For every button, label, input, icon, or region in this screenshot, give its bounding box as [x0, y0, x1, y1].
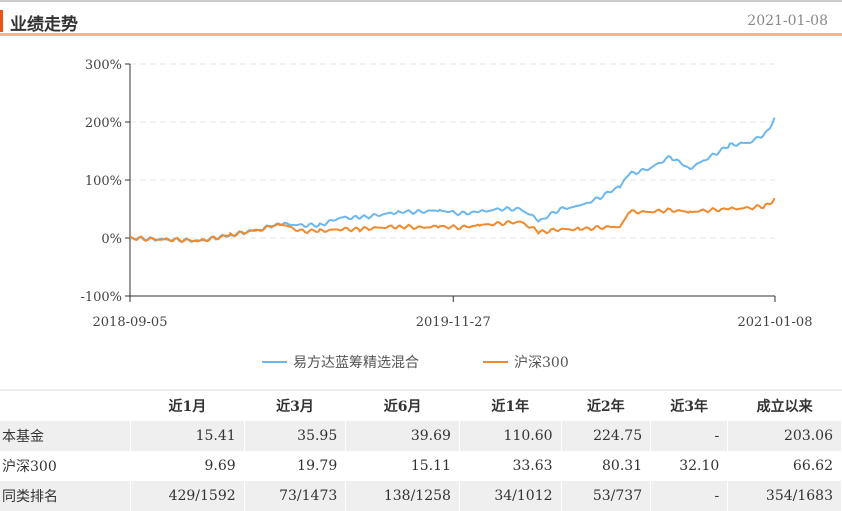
- cell: 354/1683: [727, 481, 842, 511]
- table-row: 沪深300 9.69 19.79 15.11 33.63 80.31 32.10…: [0, 451, 842, 481]
- cell: 429/1592: [130, 481, 245, 511]
- cell: 224.75: [561, 421, 652, 451]
- table-row: 同类排名 429/1592 73/1473 138/1258 34/1012 5…: [0, 481, 842, 511]
- row-label: 沪深300: [0, 451, 131, 481]
- y-tick-label: 200%: [85, 116, 122, 131]
- x-tick-label: 2021-01-08: [738, 315, 813, 330]
- row-label: 本基金: [0, 421, 131, 451]
- cell: 53/737: [561, 481, 652, 511]
- y-tick-label: 0%: [101, 232, 122, 247]
- x-tick-label: 2018-09-05: [93, 315, 168, 330]
- y-tick-label: -100%: [80, 290, 122, 305]
- accent-bar: [0, 10, 3, 32]
- series-line-hs300: [129, 197, 776, 244]
- col-header: [0, 389, 131, 421]
- cell: 19.79: [244, 451, 347, 481]
- performance-table: 近1月 近3月 近6月 近1年 近2年 近3年 成立以来 本基金 15.41 3…: [0, 389, 842, 511]
- col-header: 近3月: [244, 389, 347, 421]
- col-header: 近2年: [561, 389, 652, 421]
- cell: 33.63: [459, 451, 562, 481]
- col-header: 成立以来: [727, 389, 842, 421]
- cell: -: [650, 421, 729, 451]
- cell: 73/1473: [244, 481, 347, 511]
- table-header-row: 近1月 近3月 近6月 近1年 近2年 近3年 成立以来: [0, 389, 842, 421]
- cell: 80.31: [561, 451, 652, 481]
- table-row: 本基金 15.41 35.95 39.69 110.60 224.75 - 20…: [0, 421, 842, 451]
- y-tick-label: 100%: [85, 174, 122, 189]
- col-header: 近1年: [459, 389, 562, 421]
- y-tick-label: 300%: [85, 58, 122, 73]
- performance-chart: 300% 200% 100% 0% -100% 2018-09-05 2019-11-27 2…: [80, 58, 813, 371]
- section-header: 业绩走势 2021-01-08: [0, 0, 842, 36]
- x-tick-label: 2019-11-27: [416, 315, 491, 330]
- section-title: 业绩走势: [10, 15, 78, 35]
- cell: 32.10: [650, 451, 729, 481]
- row-label: 同类排名: [0, 481, 131, 511]
- cell: 203.06: [727, 421, 842, 451]
- legend-label: 沪深300: [514, 355, 569, 371]
- cell: 66.62: [727, 451, 842, 481]
- as-of-date: 2021-01-08: [747, 13, 828, 29]
- cell: -: [650, 481, 729, 511]
- legend-label: 易方达蓝筹精选混合: [293, 354, 419, 371]
- cell: 39.69: [345, 421, 460, 451]
- cell: 138/1258: [345, 481, 460, 511]
- col-header: 近3年: [650, 389, 729, 421]
- cell: 9.69: [130, 451, 245, 481]
- cell: 15.11: [345, 451, 460, 481]
- cell: 34/1012: [459, 481, 562, 511]
- col-header: 近6月: [345, 389, 460, 421]
- col-header: 近1月: [130, 389, 245, 421]
- cell: 110.60: [459, 421, 562, 451]
- cell: 15.41: [130, 421, 245, 451]
- cell: 35.95: [244, 421, 347, 451]
